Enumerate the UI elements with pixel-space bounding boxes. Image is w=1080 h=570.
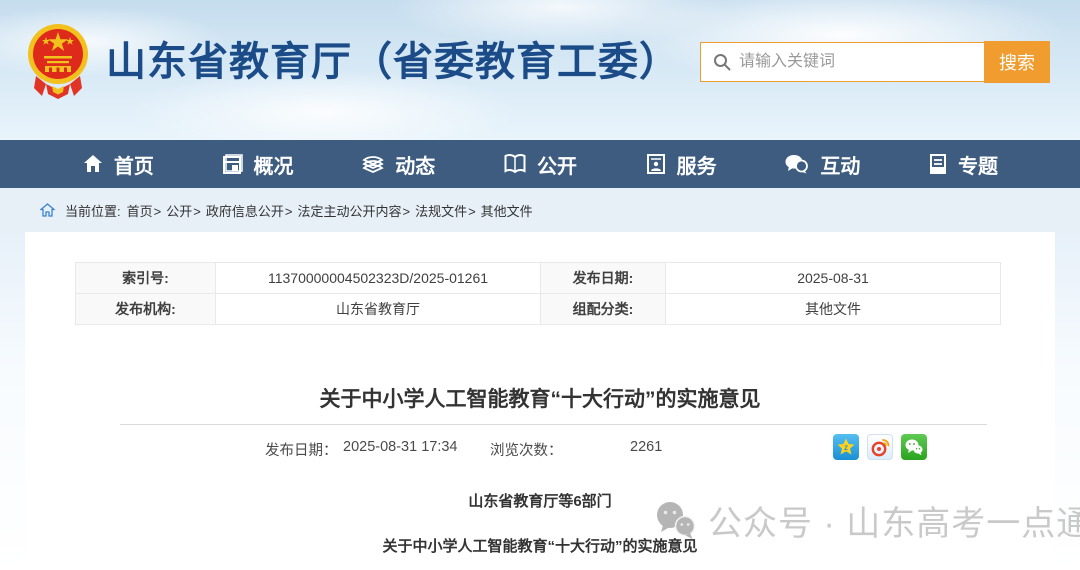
breadcrumb-item-gov-info[interactable]: 政府信息公开 <box>206 201 298 220</box>
service-icon <box>645 153 667 175</box>
breadcrumb: 当前位置: 首页 公开 政府信息公开 法定主动公开内容 法规文件 其他文件 <box>0 188 1080 232</box>
doc-info-label: 发布机构: <box>76 294 216 325</box>
wechat-icon[interactable] <box>901 434 927 460</box>
breadcrumb-home-icon[interactable] <box>40 203 55 217</box>
breadcrumb-item-regulations[interactable]: 法规文件 <box>415 201 481 220</box>
doc-info-value: 2025-08-31 <box>666 263 1001 294</box>
nav-item-service[interactable]: 服务 <box>645 150 717 179</box>
doc-info-table: 索引号: 11370000004502323D/2025-01261 发布日期:… <box>75 262 1001 325</box>
site-header: 山东省教育厅（省委教育工委） 搜索 <box>0 0 1080 140</box>
nav-item-label: 专题 <box>958 150 998 179</box>
nav-item-news[interactable]: 动态 <box>361 150 435 179</box>
nav-item-label: 概况 <box>254 150 294 179</box>
topics-icon <box>928 153 948 175</box>
doc-info-value: 山东省教育厅 <box>216 294 541 325</box>
nav-item-label: 动态 <box>395 150 435 179</box>
article-title: 关于中小学人工智能教育“十大行动”的实施意见 <box>25 383 1055 413</box>
open-book-icon <box>503 153 527 175</box>
breadcrumb-location-label: 当前位置: <box>65 201 121 220</box>
search-input[interactable] <box>731 43 984 81</box>
search-icon <box>713 53 731 71</box>
article-meta: 发布日期： 2025-08-31 17:34 浏览次数： 2261 Z <box>25 432 1055 462</box>
overview-icon <box>222 153 244 175</box>
search-button[interactable]: 搜索 <box>984 41 1050 83</box>
brand: 山东省教育厅（省委教育工委） <box>26 20 680 104</box>
doc-info-label: 发布日期: <box>541 263 666 294</box>
article-body-line: 山东省教育厅等6部门 <box>25 490 1055 511</box>
article-body-line: 关于中小学人工智能教育“十大行动”的实施意见 <box>25 535 1055 556</box>
nav-item-label: 公开 <box>537 150 577 179</box>
home-icon <box>82 153 104 175</box>
views-label: 浏览次数： <box>490 439 563 460</box>
views-count: 2261 <box>630 439 662 455</box>
search-box: 搜索 <box>700 42 1050 82</box>
site-title: 山东省教育厅（省委教育工委） <box>106 20 680 104</box>
content-card: 索引号: 11370000004502323D/2025-01261 发布日期:… <box>25 232 1055 570</box>
doc-info-value: 11370000004502323D/2025-01261 <box>216 263 541 294</box>
breadcrumb-item-statutory[interactable]: 法定主动公开内容 <box>297 201 415 220</box>
breadcrumb-item-home[interactable]: 首页 <box>127 201 167 220</box>
weibo-icon[interactable] <box>867 434 893 460</box>
main-nav: 首页 概况 动态 公开 服务 互动 专题 <box>0 140 1080 188</box>
table-row: 索引号: 11370000004502323D/2025-01261 发布日期:… <box>76 263 1001 294</box>
news-icon <box>361 153 385 175</box>
nav-item-interaction[interactable]: 互动 <box>784 150 860 179</box>
nav-item-label: 互动 <box>820 150 860 179</box>
doc-info-label: 组配分类: <box>541 294 666 325</box>
nav-item-overview[interactable]: 概况 <box>222 150 294 179</box>
publish-date-label: 发布日期： <box>265 439 338 460</box>
breadcrumb-item-open[interactable]: 公开 <box>166 201 206 220</box>
nav-item-label: 服务 <box>677 150 717 179</box>
svg-text:Z: Z <box>844 445 848 452</box>
interaction-icon <box>784 153 810 175</box>
breadcrumb-item-other-docs[interactable]: 其他文件 <box>481 201 533 220</box>
title-divider <box>120 424 987 425</box>
nav-item-topics[interactable]: 专题 <box>928 150 998 179</box>
table-row: 发布机构: 山东省教育厅 组配分类: 其他文件 <box>76 294 1001 325</box>
national-emblem-icon <box>26 20 90 104</box>
nav-item-home[interactable]: 首页 <box>82 150 154 179</box>
doc-info-value: 其他文件 <box>666 294 1001 325</box>
publish-date-value: 2025-08-31 17:34 <box>343 439 458 455</box>
share-icons: Z <box>833 434 927 460</box>
nav-item-label: 首页 <box>114 150 154 179</box>
nav-item-open[interactable]: 公开 <box>503 150 577 179</box>
qzone-icon[interactable]: Z <box>833 434 859 460</box>
doc-info-label: 索引号: <box>76 263 216 294</box>
